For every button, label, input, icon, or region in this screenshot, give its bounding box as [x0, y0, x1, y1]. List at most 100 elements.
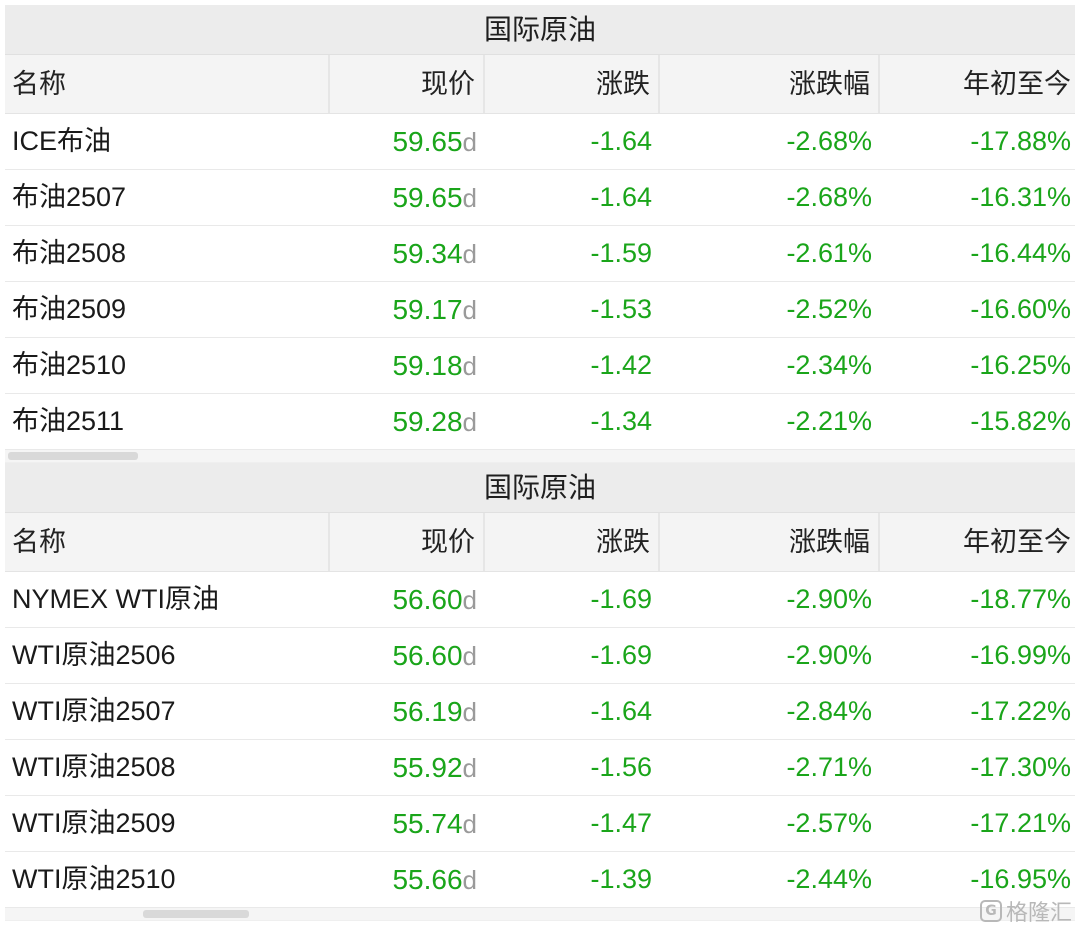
row-price: 55.66d: [330, 852, 485, 907]
header-price[interactable]: 现价: [330, 513, 485, 571]
row-change: -1.53: [590, 294, 652, 324]
header-name[interactable]: 名称: [5, 513, 330, 571]
header-name[interactable]: 名称: [5, 55, 330, 113]
price-suffix: d: [462, 641, 477, 671]
brent-panel: 国际原油 名称 现价 涨跌 涨跌幅 年初至今 ICE布油 59.65d -1.6…: [5, 5, 1075, 463]
horizontal-scrollbar[interactable]: [5, 450, 1075, 463]
table-header: 名称 现价 涨跌 涨跌幅 年初至今: [5, 55, 1075, 114]
row-ytd: -16.31%: [970, 182, 1071, 212]
row-price: 59.65d: [330, 114, 485, 169]
row-price: 59.65d: [330, 170, 485, 225]
row-change-pct: -2.44%: [786, 864, 872, 894]
row-name: ICE布油: [12, 126, 112, 156]
header-ytd[interactable]: 年初至今: [880, 55, 1075, 113]
price-value: 55.66: [392, 864, 463, 895]
price-value: 56.60: [392, 584, 463, 615]
panel-title: 国际原油: [5, 463, 1075, 513]
price-value: 56.60: [392, 640, 463, 671]
price-suffix: d: [462, 585, 477, 615]
header-change[interactable]: 涨跌: [485, 55, 660, 113]
row-name: NYMEX WTI原油: [12, 584, 219, 614]
scrollbar-thumb[interactable]: [8, 452, 138, 460]
row-change: -1.56: [590, 752, 652, 782]
row-ytd: -17.22%: [970, 696, 1071, 726]
row-price: 59.18d: [330, 338, 485, 393]
row-name: 布油2511: [12, 406, 125, 436]
table-row[interactable]: 布油2510 59.18d -1.42 -2.34% -16.25%: [5, 338, 1075, 394]
table-row[interactable]: 布油2509 59.17d -1.53 -2.52% -16.60%: [5, 282, 1075, 338]
price-suffix: d: [462, 295, 477, 325]
row-price: 56.19d: [330, 684, 485, 739]
row-change: -1.69: [590, 640, 652, 670]
table-row[interactable]: 布油2511 59.28d -1.34 -2.21% -15.82%: [5, 394, 1075, 450]
price-suffix: d: [462, 809, 477, 839]
row-change-pct: -2.68%: [786, 126, 872, 156]
wti-panel: 国际原油 名称 现价 涨跌 涨跌幅 年初至今 NYMEX WTI原油 56.60…: [5, 463, 1075, 921]
row-change: -1.47: [590, 808, 652, 838]
row-change-pct: -2.68%: [786, 182, 872, 212]
row-ytd: -16.99%: [970, 640, 1071, 670]
row-price: 59.34d: [330, 226, 485, 281]
row-change: -1.64: [590, 696, 652, 726]
row-change-pct: -2.84%: [786, 696, 872, 726]
header-change-pct[interactable]: 涨跌幅: [660, 513, 880, 571]
row-ytd: -15.82%: [970, 406, 1071, 436]
watermark: G 格隆汇: [979, 895, 1072, 927]
row-change-pct: -2.34%: [786, 350, 872, 380]
row-ytd: -17.30%: [970, 752, 1071, 782]
row-name: WTI原油2510: [12, 864, 176, 894]
row-change: -1.69: [590, 584, 652, 614]
gelonghui-logo-icon: G: [979, 900, 1002, 922]
row-price: 55.92d: [330, 740, 485, 795]
header-change[interactable]: 涨跌: [485, 513, 660, 571]
table-row[interactable]: WTI原油2510 55.66d -1.39 -2.44% -16.95%: [5, 852, 1075, 908]
price-suffix: d: [462, 127, 477, 157]
table-header: 名称 现价 涨跌 涨跌幅 年初至今: [5, 513, 1075, 572]
row-change-pct: -2.21%: [786, 406, 872, 436]
table-row[interactable]: ICE布油 59.65d -1.64 -2.68% -17.88%: [5, 114, 1075, 170]
scrollbar-thumb[interactable]: [143, 910, 249, 918]
row-name: WTI原油2506: [12, 640, 176, 670]
panel-title: 国际原油: [5, 5, 1075, 55]
row-name: 布油2508: [12, 238, 127, 268]
table-row[interactable]: 布油2508 59.34d -1.59 -2.61% -16.44%: [5, 226, 1075, 282]
price-suffix: d: [462, 183, 477, 213]
row-ytd: -18.77%: [970, 584, 1071, 614]
row-name: WTI原油2507: [12, 696, 176, 726]
price-value: 59.34: [392, 238, 463, 269]
header-change-pct[interactable]: 涨跌幅: [660, 55, 880, 113]
price-value: 59.17: [392, 294, 463, 325]
table-row[interactable]: WTI原油2506 56.60d -1.69 -2.90% -16.99%: [5, 628, 1075, 684]
row-name: 布油2510: [12, 350, 127, 380]
price-value: 59.65: [392, 182, 463, 213]
row-ytd: -17.88%: [970, 126, 1071, 156]
price-value: 55.74: [392, 808, 463, 839]
header-price[interactable]: 现价: [330, 55, 485, 113]
table-row[interactable]: NYMEX WTI原油 56.60d -1.69 -2.90% -18.77%: [5, 572, 1075, 628]
table-row[interactable]: WTI原油2508 55.92d -1.56 -2.71% -17.30%: [5, 740, 1075, 796]
table-row[interactable]: 布油2507 59.65d -1.64 -2.68% -16.31%: [5, 170, 1075, 226]
header-ytd[interactable]: 年初至今: [880, 513, 1075, 571]
row-name: 布油2509: [12, 294, 127, 324]
price-value: 55.92: [392, 752, 463, 783]
price-suffix: d: [462, 407, 477, 437]
row-ytd: -16.60%: [970, 294, 1071, 324]
watermark-text: 格隆汇: [1005, 901, 1072, 926]
price-value: 59.28: [392, 406, 463, 437]
price-value: 59.65: [392, 126, 463, 157]
horizontal-scrollbar[interactable]: [5, 908, 1075, 921]
table-row[interactable]: WTI原油2507 56.19d -1.64 -2.84% -17.22%: [5, 684, 1075, 740]
row-change: -1.64: [590, 182, 652, 212]
row-name: WTI原油2508: [12, 752, 176, 782]
row-ytd: -16.44%: [970, 238, 1071, 268]
row-change-pct: -2.90%: [786, 640, 872, 670]
row-name: WTI原油2509: [12, 808, 176, 838]
row-change: -1.39: [590, 864, 652, 894]
row-change: -1.42: [590, 350, 652, 380]
row-price: 59.28d: [330, 394, 485, 449]
row-price: 55.74d: [330, 796, 485, 851]
row-change: -1.64: [590, 126, 652, 156]
row-price: 56.60d: [330, 572, 485, 627]
price-value: 56.19: [392, 696, 463, 727]
table-row[interactable]: WTI原油2509 55.74d -1.47 -2.57% -17.21%: [5, 796, 1075, 852]
